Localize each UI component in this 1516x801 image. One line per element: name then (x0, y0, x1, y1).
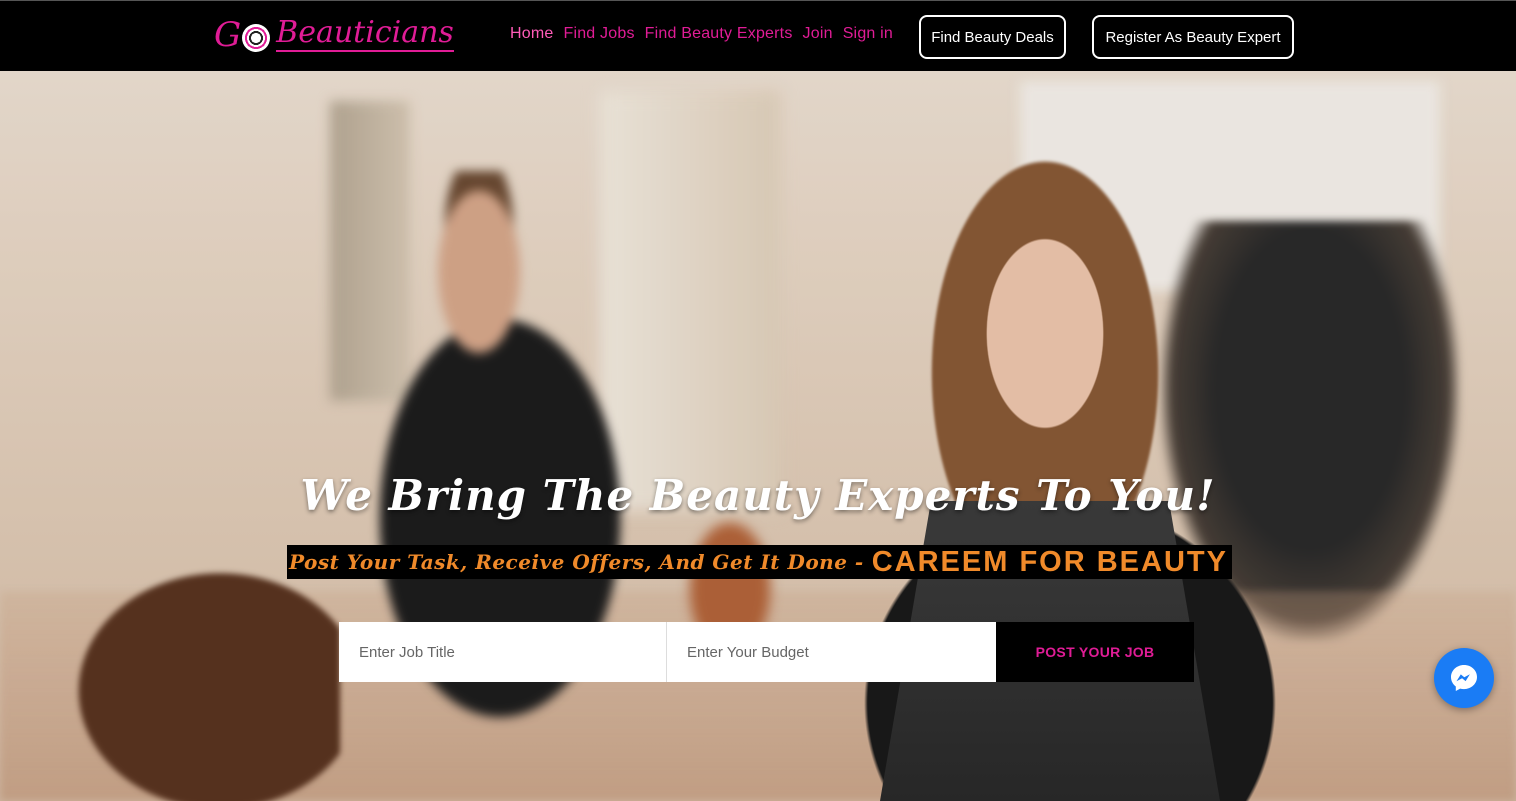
post-your-job-button[interactable]: POST YOUR JOB (996, 622, 1194, 682)
tagline-caps-text: CAREEM FOR BEAUTY (867, 545, 1232, 579)
page: G Beauticians Home Find Jobs Find Beauty… (0, 0, 1516, 801)
brand-logo[interactable]: G Beauticians (214, 9, 454, 61)
post-job-form: POST YOUR JOB (339, 622, 1194, 682)
messenger-icon (1451, 665, 1477, 691)
logo-emblem-icon (242, 24, 271, 52)
nav-link-find-beauty-experts[interactable]: Find Beauty Experts (645, 25, 793, 43)
register-beauty-expert-button[interactable]: Register As Beauty Expert (1092, 15, 1294, 59)
logo-wordmark: Beauticians (276, 15, 454, 52)
hero-tagline: Post Your Task, Receive Offers, And Get … (287, 545, 1232, 579)
tagline-script-text: Post Your Task, Receive Offers, And Get … (287, 545, 868, 579)
nav-link-home[interactable]: Home (510, 25, 553, 43)
navbar: G Beauticians Home Find Jobs Find Beauty… (0, 0, 1516, 71)
logo-letter-g: G (214, 15, 242, 55)
budget-input[interactable] (667, 622, 996, 682)
messenger-chat-button[interactable] (1434, 648, 1494, 708)
hero-heading: We Bring The Beauty Experts To You! (300, 471, 1216, 520)
hero-overlay (0, 71, 1516, 801)
nav-link-join[interactable]: Join (803, 25, 833, 43)
find-beauty-deals-button[interactable]: Find Beauty Deals (919, 15, 1066, 59)
nav-link-sign-in[interactable]: Sign in (843, 25, 893, 43)
hero-section: We Bring The Beauty Experts To You! Post… (0, 71, 1516, 801)
job-title-input[interactable] (339, 622, 667, 682)
nav-link-find-jobs[interactable]: Find Jobs (563, 25, 634, 43)
main-nav: Home Find Jobs Find Beauty Experts Join … (510, 25, 903, 43)
